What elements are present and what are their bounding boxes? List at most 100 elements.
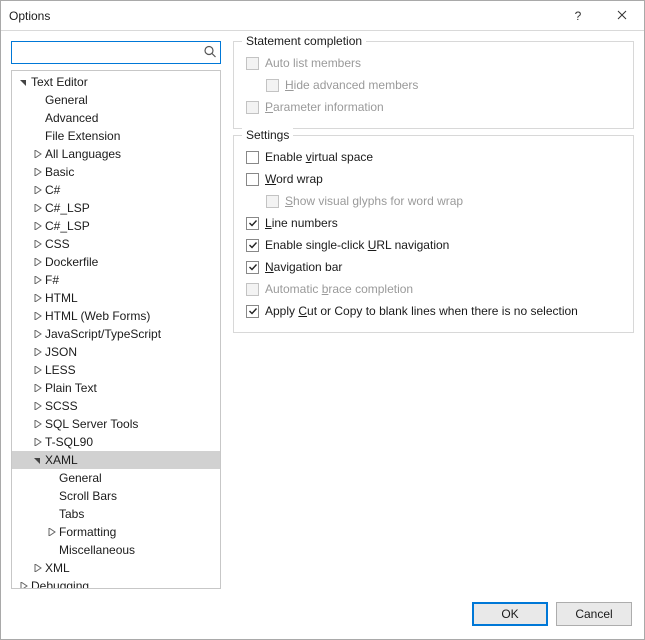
group-title: Statement completion (242, 34, 366, 48)
chevron-right-icon[interactable] (32, 562, 44, 574)
tree-item[interactable]: Debugging (12, 577, 220, 588)
chevron-down-icon[interactable] (32, 454, 44, 466)
option-label: Parameter information (265, 100, 384, 114)
chevron-right-icon[interactable] (32, 436, 44, 448)
tree-item[interactable]: General (12, 91, 220, 109)
chevron-right-icon[interactable] (32, 184, 44, 196)
checkbox (246, 57, 259, 70)
tree-item[interactable]: C# (12, 181, 220, 199)
tree-item-label: Text Editor (31, 75, 88, 89)
ok-button-label: OK (501, 607, 518, 621)
chevron-right-icon[interactable] (32, 292, 44, 304)
tree-item-label: File Extension (45, 129, 120, 143)
option-row[interactable]: Word wrap (246, 168, 621, 190)
tree-item[interactable]: Basic (12, 163, 220, 181)
chevron-right-icon[interactable] (32, 274, 44, 286)
tree-spacer (32, 112, 44, 124)
tree-item[interactable]: XML (12, 559, 220, 577)
checkbox[interactable] (246, 261, 259, 274)
category-tree[interactable]: Text EditorGeneralAdvancedFile Extension… (12, 71, 220, 588)
option-label: Enable virtual space (265, 150, 373, 164)
option-row[interactable]: Line numbers (246, 212, 621, 234)
option-row: Parameter information (246, 96, 621, 118)
chevron-right-icon[interactable] (32, 310, 44, 322)
group-settings: Settings Enable virtual spaceWord wrapSh… (233, 135, 634, 333)
option-label: Word wrap (265, 172, 323, 186)
right-pane: Statement completion Auto list membersHi… (233, 41, 634, 589)
tree-item-label: LESS (45, 363, 76, 377)
tree-item[interactable]: F# (12, 271, 220, 289)
chevron-right-icon[interactable] (46, 526, 58, 538)
tree-item-label: C# (45, 183, 60, 197)
tree-item-label: Scroll Bars (59, 489, 117, 503)
tree-item[interactable]: General (12, 469, 220, 487)
tree-item[interactable]: JSON (12, 343, 220, 361)
search-icon[interactable] (203, 44, 217, 61)
tree-item[interactable]: SQL Server Tools (12, 415, 220, 433)
option-label: Hide advanced members (285, 78, 418, 92)
checkbox[interactable] (246, 305, 259, 318)
tree-item-label: HTML (45, 291, 78, 305)
cancel-button[interactable]: Cancel (556, 602, 632, 626)
checkbox (246, 283, 259, 296)
chevron-right-icon[interactable] (32, 328, 44, 340)
tree-item[interactable]: SCSS (12, 397, 220, 415)
tree-item[interactable]: Miscellaneous (12, 541, 220, 559)
chevron-right-icon[interactable] (32, 220, 44, 232)
tree-item[interactable]: Formatting (12, 523, 220, 541)
cancel-button-label: Cancel (575, 607, 612, 621)
tree-item[interactable]: XAML (12, 451, 220, 469)
chevron-right-icon[interactable] (32, 202, 44, 214)
tree-item[interactable]: C#_LSP (12, 199, 220, 217)
tree-item[interactable]: Scroll Bars (12, 487, 220, 505)
tree-item-label: XAML (45, 453, 78, 467)
ok-button[interactable]: OK (472, 602, 548, 626)
search-input[interactable] (12, 42, 196, 63)
chevron-right-icon[interactable] (32, 382, 44, 394)
option-row[interactable]: Enable single-click URL navigation (246, 234, 621, 256)
tree-item[interactable]: Advanced (12, 109, 220, 127)
tree-item[interactable]: Plain Text (12, 379, 220, 397)
option-label: Line numbers (265, 216, 338, 230)
tree-item[interactable]: T-SQL90 (12, 433, 220, 451)
checkbox (266, 79, 279, 92)
tree-item[interactable]: File Extension (12, 127, 220, 145)
tree-item[interactable]: LESS (12, 361, 220, 379)
chevron-right-icon[interactable] (32, 346, 44, 358)
tree-item[interactable]: Dockerfile (12, 253, 220, 271)
tree-item-label: CSS (45, 237, 70, 251)
tree-item[interactable]: CSS (12, 235, 220, 253)
chevron-right-icon[interactable] (32, 364, 44, 376)
tree-item[interactable]: HTML (12, 289, 220, 307)
help-button[interactable]: ? (556, 1, 600, 31)
tree-item[interactable]: C#_LSP (12, 217, 220, 235)
tree-item[interactable]: HTML (Web Forms) (12, 307, 220, 325)
checkbox[interactable] (246, 239, 259, 252)
chevron-right-icon[interactable] (32, 418, 44, 430)
tree-item[interactable]: Tabs (12, 505, 220, 523)
tree-item-label: Tabs (59, 507, 84, 521)
option-row[interactable]: Navigation bar (246, 256, 621, 278)
tree-item[interactable]: Text Editor (12, 73, 220, 91)
checkbox[interactable] (246, 217, 259, 230)
checkbox[interactable] (246, 151, 259, 164)
titlebar: Options ? (1, 1, 644, 31)
chevron-down-icon[interactable] (18, 76, 30, 88)
chevron-right-icon[interactable] (32, 238, 44, 250)
tree-item[interactable]: JavaScript/TypeScript (12, 325, 220, 343)
dialog-body: Text EditorGeneralAdvancedFile Extension… (1, 31, 644, 589)
chevron-right-icon[interactable] (32, 400, 44, 412)
tree-item-label: Formatting (59, 525, 116, 539)
option-row[interactable]: Apply Cut or Copy to blank lines when th… (246, 300, 621, 322)
chevron-right-icon[interactable] (18, 580, 30, 588)
close-button[interactable] (600, 1, 644, 31)
tree-spacer (46, 472, 58, 484)
tree-item-label: Miscellaneous (59, 543, 135, 557)
chevron-right-icon[interactable] (32, 148, 44, 160)
option-row[interactable]: Enable virtual space (246, 146, 621, 168)
chevron-right-icon[interactable] (32, 256, 44, 268)
tree-item[interactable]: All Languages (12, 145, 220, 163)
chevron-right-icon[interactable] (32, 166, 44, 178)
checkbox[interactable] (246, 173, 259, 186)
options-dialog: Options ? Text EditorGeneralAdvancedFile… (0, 0, 645, 640)
